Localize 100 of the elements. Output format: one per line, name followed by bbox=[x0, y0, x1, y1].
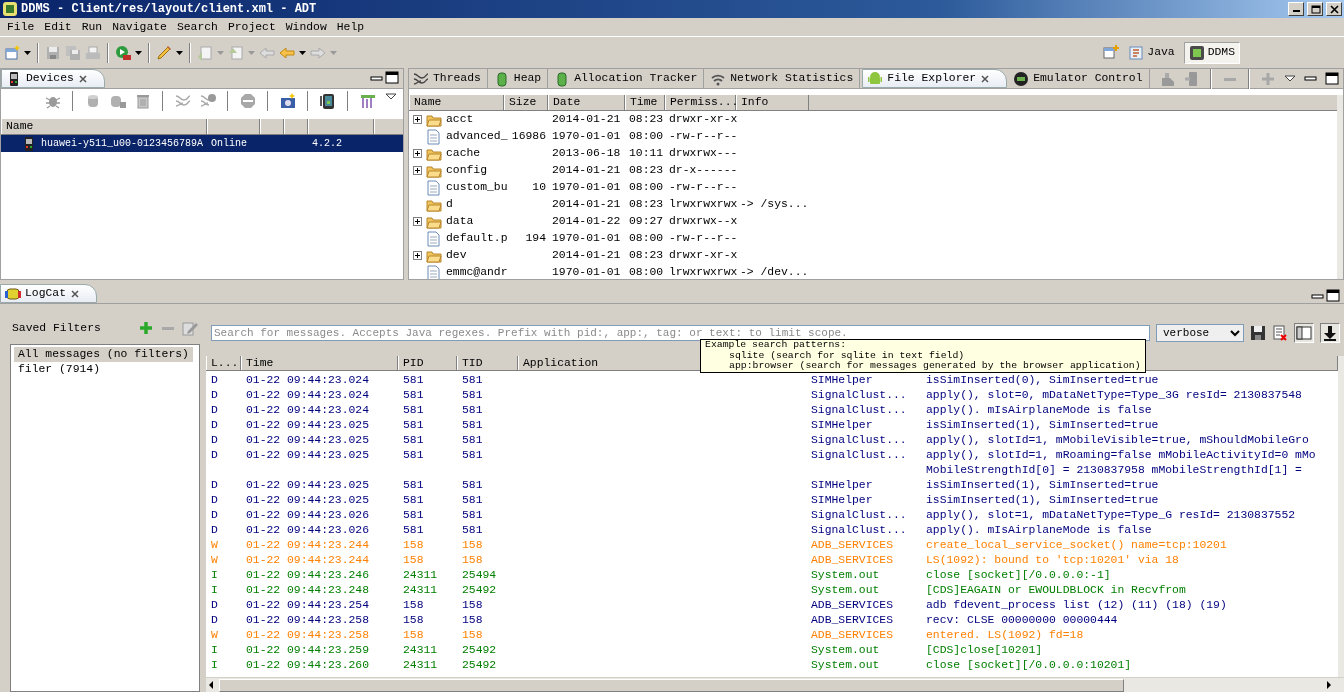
view-menu-icon[interactable] bbox=[385, 93, 397, 101]
level-select[interactable]: verbose bbox=[1156, 324, 1244, 342]
column-header[interactable]: Time bbox=[241, 356, 398, 370]
time-cell-text: 01-22 09:44:23.259 bbox=[245, 643, 371, 658]
column-header[interactable]: Info bbox=[736, 95, 809, 110]
pid-cell-text: 581 bbox=[402, 478, 425, 493]
file-name[interactable]: custom_bu bbox=[446, 180, 508, 195]
time-cell-text: 01-22 09:44:23.248 bbox=[245, 583, 371, 598]
stop-icon[interactable] bbox=[240, 93, 256, 109]
menu-item[interactable]: Navigate bbox=[107, 18, 172, 36]
file-name[interactable]: data bbox=[446, 214, 474, 229]
save-icon[interactable] bbox=[1250, 325, 1266, 341]
close-icon[interactable] bbox=[77, 73, 88, 84]
chart-icon[interactable] bbox=[360, 93, 376, 109]
maximize-icon[interactable] bbox=[1326, 289, 1340, 303]
perspective-button[interactable]: DDMS bbox=[1183, 41, 1240, 64]
scroll-right-icon[interactable] bbox=[1324, 680, 1334, 690]
file-name[interactable]: default.p bbox=[446, 231, 508, 246]
caret-icon[interactable] bbox=[24, 50, 31, 55]
close-icon[interactable] bbox=[980, 73, 991, 84]
level-cell-text: I bbox=[210, 568, 219, 583]
file-name[interactable]: d bbox=[446, 197, 453, 212]
file-name[interactable]: cache bbox=[446, 146, 481, 161]
perspective-button[interactable]: Java bbox=[1123, 41, 1180, 64]
file-name[interactable]: emmc@andr bbox=[446, 265, 508, 279]
maximize-icon[interactable] bbox=[385, 71, 399, 85]
clear-log-icon[interactable] bbox=[1272, 325, 1288, 341]
log-message: close [socket][/0.0.0.0:10201] bbox=[925, 658, 1132, 673]
tid-cell-text: 581 bbox=[461, 403, 484, 418]
threads-icon[interactable] bbox=[175, 93, 191, 109]
menu-item[interactable]: Search bbox=[171, 18, 223, 36]
view-tab[interactable]: Devices bbox=[1, 69, 105, 88]
column-header[interactable]: TID bbox=[457, 356, 518, 370]
database-icon[interactable] bbox=[85, 93, 101, 109]
view-menu-icon[interactable] bbox=[1284, 74, 1296, 83]
menu-item[interactable]: Project bbox=[222, 18, 281, 36]
open-perspective-icon[interactable] bbox=[1103, 44, 1120, 61]
caret-icon[interactable] bbox=[135, 50, 142, 55]
file-name[interactable]: advanced_ bbox=[446, 129, 508, 144]
maximize-icon[interactable] bbox=[1325, 71, 1339, 86]
log-tag: SignalClust... bbox=[806, 433, 921, 448]
expand-icon[interactable] bbox=[413, 251, 422, 260]
trash-icon[interactable] bbox=[135, 93, 151, 109]
column-header[interactable]: Size bbox=[504, 95, 548, 110]
column-header[interactable] bbox=[260, 119, 284, 134]
caret-icon[interactable] bbox=[176, 50, 183, 55]
close-icon[interactable] bbox=[70, 288, 80, 299]
column-header[interactable] bbox=[284, 119, 308, 134]
filter-item[interactable]: filer (7914) bbox=[14, 362, 105, 377]
tid-cell-text: 581 bbox=[461, 418, 484, 433]
caret-icon[interactable] bbox=[299, 50, 306, 55]
search-field[interactable]: Search for messages. Accepts Java regexes. Prefix with pid:, app:, tag: or text: to limit scope. bbox=[211, 325, 1150, 341]
file-name[interactable]: config bbox=[446, 163, 487, 178]
filter-item[interactable]: All messages (no filters) bbox=[14, 347, 193, 362]
threads-icon[interactable] bbox=[200, 93, 216, 109]
log-message: apply(). mIsAirplaneMode is false bbox=[925, 403, 1152, 418]
window-title: DDMS - Client/res/layout/client.xml - ADT bbox=[21, 1, 317, 17]
run-icon[interactable] bbox=[115, 44, 131, 61]
expand-icon[interactable] bbox=[413, 149, 422, 158]
file-name[interactable]: dev bbox=[446, 248, 467, 263]
logcat-icon bbox=[5, 285, 21, 302]
screen-icon[interactable] bbox=[320, 93, 336, 109]
column-header[interactable]: Name bbox=[409, 95, 504, 110]
column-header[interactable]: Permiss... bbox=[665, 95, 736, 110]
close-button[interactable] bbox=[1326, 2, 1342, 16]
menu-item[interactable]: Help bbox=[331, 18, 370, 36]
edit-icon[interactable] bbox=[182, 320, 198, 336]
table-cell-text: 10:11 bbox=[628, 146, 665, 161]
view-tab[interactable]: File Explorer bbox=[862, 69, 1008, 88]
tid-cell-text: 581 bbox=[461, 508, 484, 523]
expand-icon[interactable] bbox=[413, 217, 422, 226]
menu-item[interactable]: Window bbox=[280, 18, 332, 36]
expand-icon[interactable] bbox=[413, 115, 422, 124]
column-header[interactable]: Date bbox=[548, 95, 625, 110]
camera-icon[interactable] bbox=[280, 93, 296, 109]
level-cell-text: D bbox=[210, 448, 219, 463]
table-cell-text: -rw-r--r-- bbox=[668, 129, 736, 144]
log-message: recv: CLSE 00000000 00000444 bbox=[925, 613, 1118, 628]
add-icon[interactable] bbox=[138, 320, 154, 336]
toggle-button[interactable] bbox=[1294, 323, 1314, 343]
level-cell-text: D bbox=[210, 418, 219, 433]
pid-cell-text: 581 bbox=[402, 403, 425, 418]
view-tab[interactable]: LogCat bbox=[0, 284, 97, 303]
column-header[interactable]: Time bbox=[625, 95, 665, 110]
table-row[interactable]: huawei-y511_u00-0123456789A Online 4.2.2 bbox=[1, 135, 403, 152]
column-header[interactable]: PID bbox=[398, 356, 457, 370]
log-tag: System.out bbox=[806, 583, 921, 598]
menu-item[interactable]: Run bbox=[76, 18, 108, 36]
menu-item[interactable]: Edit bbox=[39, 18, 77, 36]
pid-cell-text: 581 bbox=[402, 388, 425, 403]
minimize-button[interactable] bbox=[1288, 2, 1304, 16]
database-icon[interactable] bbox=[110, 93, 126, 109]
file-name[interactable]: acct bbox=[446, 112, 474, 127]
table-cell-text: 10 bbox=[531, 180, 547, 195]
log-message: isSimInserted(0), SimInserted=true bbox=[925, 373, 1159, 388]
maximize-button[interactable] bbox=[1307, 2, 1323, 16]
menu-item[interactable]: File bbox=[2, 18, 40, 36]
expand-icon[interactable] bbox=[413, 166, 422, 175]
toggle-button[interactable] bbox=[1320, 323, 1340, 343]
column-header[interactable]: L... bbox=[206, 356, 241, 370]
